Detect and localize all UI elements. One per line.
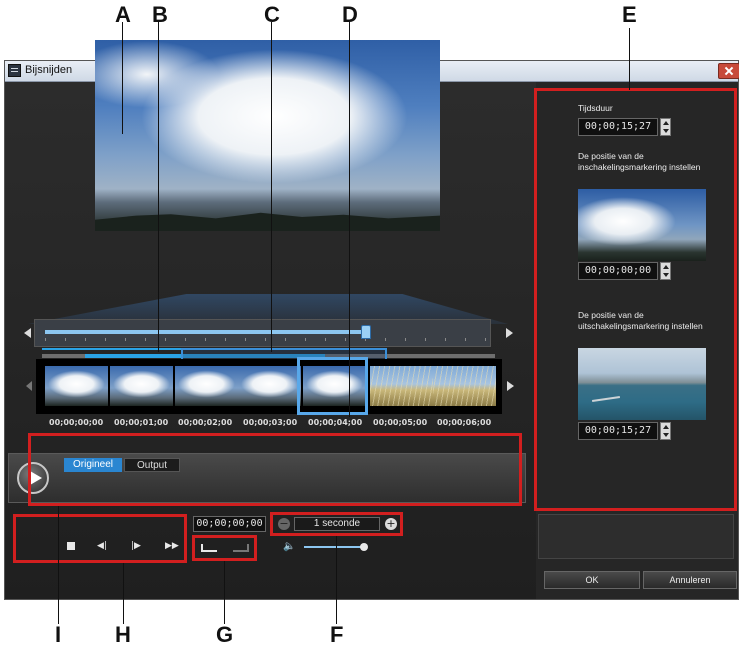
annotation-box-f bbox=[270, 512, 403, 536]
annotation-box-filmstrip bbox=[28, 433, 522, 506]
timecode-label: 00;00;01;00 bbox=[114, 418, 169, 427]
callout-f: F bbox=[330, 622, 344, 647]
current-time-display: 00;00;00;00 bbox=[193, 516, 266, 532]
callout-line-e bbox=[629, 28, 630, 90]
callout-line-c bbox=[271, 22, 272, 352]
playhead-handle[interactable] bbox=[361, 325, 371, 339]
filmstrip-right-arrow-icon[interactable] bbox=[507, 381, 514, 391]
callout-line-a bbox=[122, 22, 123, 134]
panel-footer-area bbox=[538, 514, 734, 559]
callout-line-i bbox=[58, 506, 59, 624]
annotation-box-g bbox=[192, 535, 257, 561]
selected-frame-highlight bbox=[297, 357, 368, 415]
timecode-label: 00;00;00;00 bbox=[49, 418, 104, 427]
callout-b: B bbox=[152, 2, 168, 27]
scrubber-fill bbox=[45, 330, 365, 334]
filmstrip-frame bbox=[370, 366, 433, 406]
ok-button[interactable]: OK bbox=[544, 571, 640, 589]
callout-line-d bbox=[349, 22, 350, 417]
window-title: Bijsnijden bbox=[25, 64, 73, 76]
close-button[interactable] bbox=[718, 63, 739, 79]
volume-slider[interactable] bbox=[304, 546, 364, 548]
timecode-label: 00;00;04;00 bbox=[308, 418, 363, 427]
callout-e: E bbox=[622, 2, 637, 27]
filmstrip-left-arrow-icon[interactable] bbox=[26, 381, 32, 391]
timecode-label: 00;00;03;00 bbox=[243, 418, 298, 427]
volume-slider-knob[interactable] bbox=[360, 543, 368, 551]
callout-i: I bbox=[55, 622, 62, 647]
callout-g: G bbox=[216, 622, 234, 647]
timecode-label: 00;00;05;00 bbox=[373, 418, 428, 427]
callout-a: A bbox=[115, 2, 131, 27]
filmstrip-frame bbox=[110, 366, 173, 406]
filmstrip-frame bbox=[175, 366, 238, 406]
callout-line-f bbox=[336, 536, 337, 624]
callout-h: H bbox=[115, 622, 131, 647]
scrubber-ticks bbox=[45, 338, 490, 341]
timecode-label: 00;00;02;00 bbox=[178, 418, 233, 427]
filmstrip-frame bbox=[238, 366, 301, 406]
filmstrip-frame bbox=[433, 366, 496, 406]
callout-line-h bbox=[123, 563, 124, 624]
video-preview bbox=[95, 40, 440, 231]
scrub-right-arrow-icon[interactable] bbox=[506, 328, 513, 338]
timecode-label: 00;00;06;00 bbox=[437, 418, 492, 427]
volume-icon[interactable]: 🔈 bbox=[283, 542, 295, 552]
filmstrip-frame bbox=[45, 366, 108, 406]
cancel-button[interactable]: Annuleren bbox=[643, 571, 737, 589]
callout-line-g bbox=[224, 561, 225, 624]
app-icon bbox=[8, 64, 21, 77]
annotation-box-e bbox=[534, 88, 737, 511]
callout-d: D bbox=[342, 2, 358, 27]
annotation-box-h bbox=[13, 514, 187, 563]
callout-c: C bbox=[264, 2, 280, 27]
callout-line-b bbox=[158, 22, 159, 352]
scrub-left-arrow-icon[interactable] bbox=[24, 328, 31, 338]
